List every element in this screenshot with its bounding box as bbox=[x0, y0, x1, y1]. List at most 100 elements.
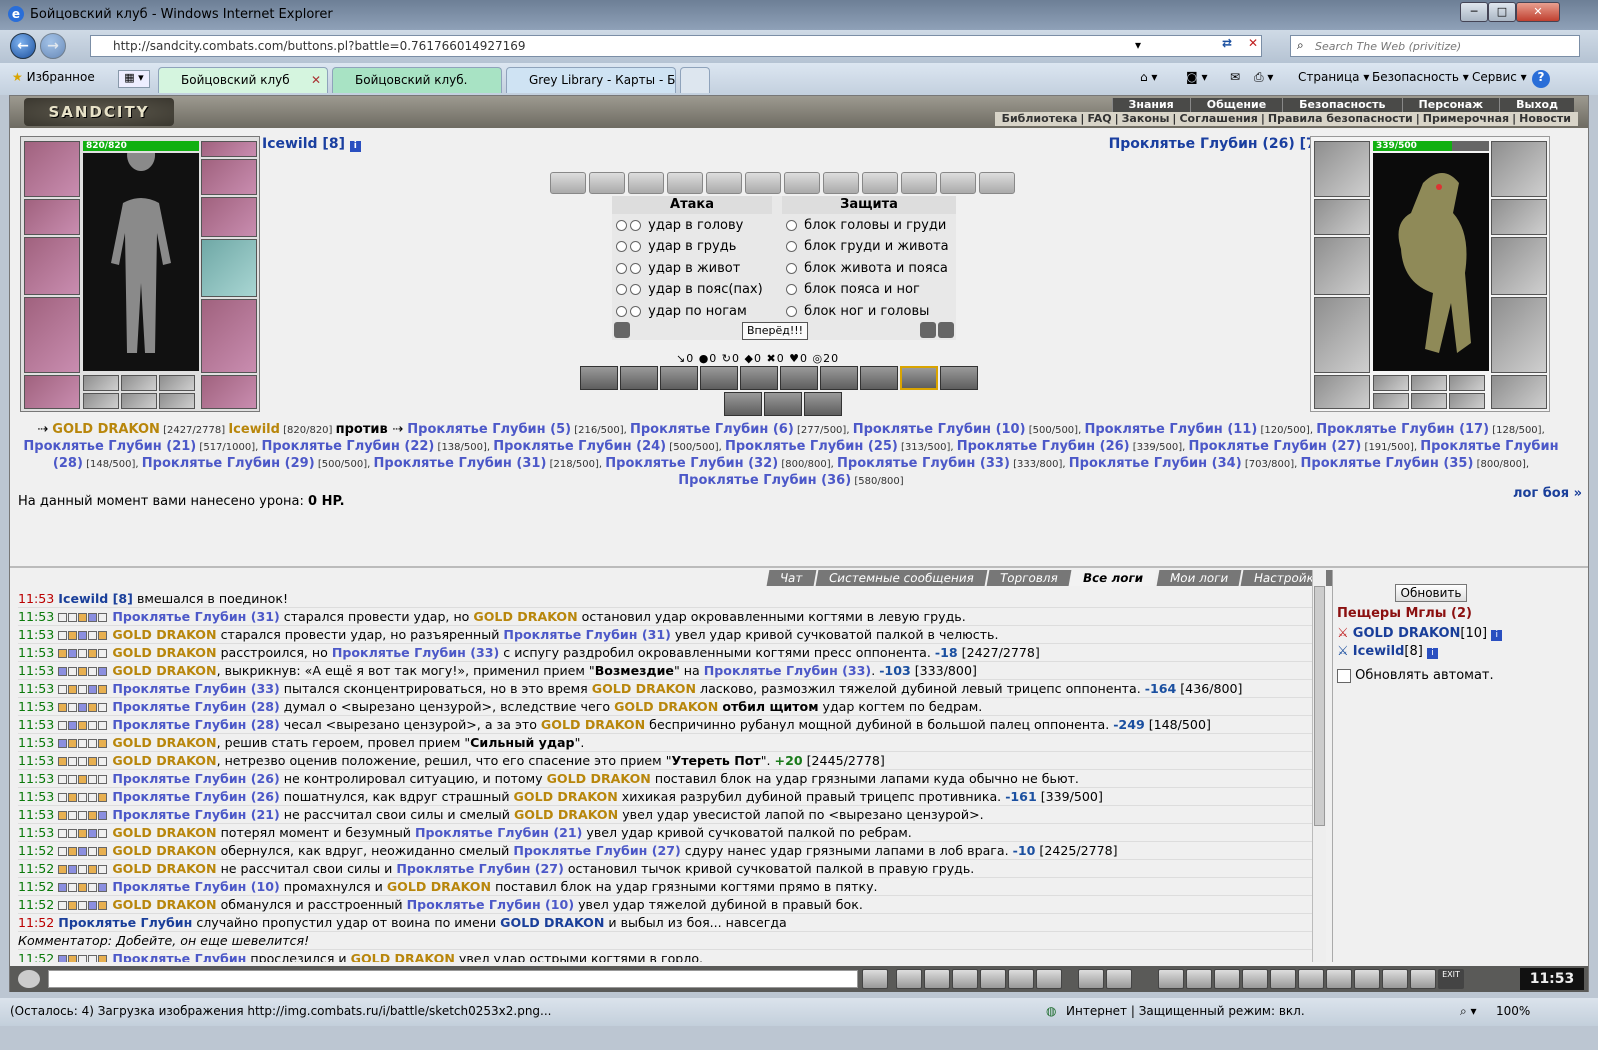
scroll-slot[interactable] bbox=[901, 172, 937, 194]
scroll-icon[interactable] bbox=[1270, 969, 1296, 989]
fighter-name[interactable]: Проклятье Глубин (24) bbox=[493, 439, 666, 454]
fighter-name[interactable]: Проклятье Глубин (6) bbox=[630, 422, 794, 437]
block-belt-legs-option[interactable]: блок пояса и ног bbox=[786, 282, 920, 297]
magic-icon[interactable] bbox=[1186, 969, 1212, 989]
scroll-slot[interactable] bbox=[979, 172, 1015, 194]
group-icon[interactable] bbox=[1106, 969, 1132, 989]
attack-chest-option[interactable]: удар в грудь bbox=[616, 239, 736, 254]
fighter-name[interactable]: Проклятье Глубин (26) bbox=[957, 439, 1130, 454]
menu-safety[interactable]: Безопасность bbox=[1282, 98, 1402, 112]
enemy-bracer-slot[interactable] bbox=[1314, 199, 1370, 235]
fighter-name[interactable]: Проклятье Глубин (21) bbox=[23, 439, 196, 454]
menu-communication[interactable]: Общение bbox=[1189, 98, 1283, 112]
enemy-scroll-slot[interactable] bbox=[1411, 393, 1447, 409]
chat-input[interactable] bbox=[48, 970, 858, 988]
menu-faq[interactable]: FAQ bbox=[1084, 112, 1114, 125]
help-icon[interactable]: ? bbox=[1532, 70, 1550, 88]
mail-icon[interactable]: ✉ bbox=[1230, 70, 1240, 84]
home-icon[interactable]: ⌂ ▾ bbox=[1140, 70, 1157, 84]
potion-icon[interactable] bbox=[1214, 969, 1240, 989]
skill-icon[interactable] bbox=[764, 392, 802, 416]
radio-icon[interactable] bbox=[630, 263, 641, 274]
earrings-slot[interactable] bbox=[201, 159, 257, 195]
fighter-name[interactable]: Проклятье Глубин (31) bbox=[374, 456, 547, 471]
info-icon[interactable]: i bbox=[1491, 630, 1503, 641]
quick-tabs-icon[interactable]: ▦ ▾ bbox=[118, 70, 150, 88]
armor-slot[interactable] bbox=[24, 297, 80, 373]
scroll-slot[interactable] bbox=[823, 172, 859, 194]
scroll-thumb[interactable] bbox=[1314, 586, 1325, 826]
log-scrollbar[interactable] bbox=[1312, 570, 1326, 962]
book-icon[interactable] bbox=[1298, 969, 1324, 989]
go-button[interactable]: Вперёд!!! bbox=[742, 322, 808, 340]
menu-laws[interactable]: Законы bbox=[1119, 112, 1173, 125]
service-menu[interactable]: Сервис ▾ bbox=[1472, 70, 1527, 84]
radio-icon[interactable] bbox=[786, 284, 797, 295]
enemy-ring-slot[interactable] bbox=[1411, 375, 1447, 391]
menu-exit[interactable]: Выход bbox=[1499, 98, 1574, 112]
player-name[interactable]: Icewild [8] i bbox=[262, 136, 361, 152]
ring-slot-3[interactable] bbox=[159, 375, 195, 391]
fighter-name[interactable]: Проклятье Глубин (34) bbox=[1069, 456, 1242, 471]
enemy-helmet-slot[interactable] bbox=[1314, 141, 1370, 197]
menu-character[interactable]: Персонаж bbox=[1401, 98, 1500, 112]
fighter-name[interactable]: Проклятье Глубин (10) bbox=[853, 422, 1026, 437]
amulet-slot[interactable] bbox=[201, 141, 257, 157]
refresh-combat-icon[interactable] bbox=[920, 322, 936, 338]
exit-icon[interactable]: EXIT bbox=[1438, 969, 1464, 989]
radio-icon[interactable] bbox=[786, 241, 797, 252]
radio-icon[interactable] bbox=[630, 306, 641, 317]
tab-trade[interactable]: Торговля bbox=[986, 570, 1071, 586]
favorites-button[interactable]: ★ Избранное bbox=[12, 70, 95, 84]
radio-icon[interactable] bbox=[616, 241, 627, 252]
block-belly-belt-option[interactable]: блок живота и пояса bbox=[786, 261, 948, 276]
weapon-slot[interactable] bbox=[24, 237, 80, 295]
skill-icon[interactable] bbox=[860, 366, 898, 390]
fighter-name[interactable]: Проклятье Глубин (35) bbox=[1301, 456, 1474, 471]
scroll-slot-2[interactable] bbox=[121, 393, 157, 409]
scroll-slot[interactable] bbox=[550, 172, 586, 194]
address-bar[interactable]: http://sandcity.combats.com/buttons.pl?b… bbox=[90, 35, 1262, 57]
helmet-slot[interactable] bbox=[24, 141, 80, 197]
quest-icon[interactable] bbox=[1242, 969, 1268, 989]
legs-slot[interactable] bbox=[201, 299, 257, 373]
skill-icon[interactable] bbox=[724, 392, 762, 416]
menu-news[interactable]: Новости bbox=[1516, 112, 1574, 125]
shop-icon[interactable] bbox=[1354, 969, 1380, 989]
location-member[interactable]: ⚔ Icewild[8] i bbox=[1337, 644, 1438, 659]
enemy-amulet-slot[interactable] bbox=[1491, 141, 1547, 197]
fighter-name[interactable]: Проклятье Глубин (36) bbox=[678, 473, 851, 488]
radio-icon[interactable] bbox=[786, 220, 797, 231]
block-chest-belly-option[interactable]: блок груди и живота bbox=[786, 239, 949, 254]
menu-knowledge[interactable]: Знания bbox=[1111, 98, 1190, 112]
radio-icon[interactable] bbox=[630, 241, 641, 252]
tab-system[interactable]: Системные сообщения bbox=[815, 570, 987, 586]
enemy-gloves-slot[interactable] bbox=[1491, 199, 1547, 235]
fighter-name[interactable]: GOLD DRAKON bbox=[52, 422, 160, 437]
smiley-icon[interactable] bbox=[1078, 969, 1104, 989]
enemy-scroll-slot[interactable] bbox=[1373, 393, 1409, 409]
fighter-name[interactable]: Проклятье Глубин (33) bbox=[837, 456, 1010, 471]
attack-legs-option[interactable]: удар по ногам bbox=[616, 304, 747, 319]
tab-all-logs[interactable]: Все логи bbox=[1070, 570, 1158, 586]
radio-icon[interactable] bbox=[616, 284, 627, 295]
close-tab-icon[interactable]: ✕ bbox=[311, 68, 321, 92]
radio-icon[interactable] bbox=[630, 220, 641, 231]
enemy-ring-slot[interactable] bbox=[1449, 375, 1485, 391]
skill-icon[interactable] bbox=[740, 366, 778, 390]
radio-icon[interactable] bbox=[616, 263, 627, 274]
fighter-icon[interactable] bbox=[980, 969, 1006, 989]
scroll-slot[interactable] bbox=[745, 172, 781, 194]
fighter-name[interactable]: Проклятье Глубин (29) bbox=[142, 456, 315, 471]
enemy-shield-slot[interactable] bbox=[1491, 237, 1547, 295]
scroll-slot-3[interactable] bbox=[159, 393, 195, 409]
stop-icon[interactable]: ✕ bbox=[1242, 36, 1264, 58]
auto-refresh-checkbox[interactable]: Обновлять автомат. bbox=[1337, 668, 1494, 683]
menu-fitting-room[interactable]: Примерочная bbox=[1420, 112, 1512, 125]
slash-icon[interactable] bbox=[1008, 969, 1034, 989]
enemy-weapon-slot[interactable] bbox=[1314, 237, 1370, 295]
flag-icon[interactable] bbox=[1410, 969, 1436, 989]
close-window-button[interactable]: ✕ bbox=[1516, 2, 1560, 22]
radio-icon[interactable] bbox=[630, 284, 641, 295]
fighter-name[interactable]: Проклятье Глубин (11) bbox=[1084, 422, 1257, 437]
